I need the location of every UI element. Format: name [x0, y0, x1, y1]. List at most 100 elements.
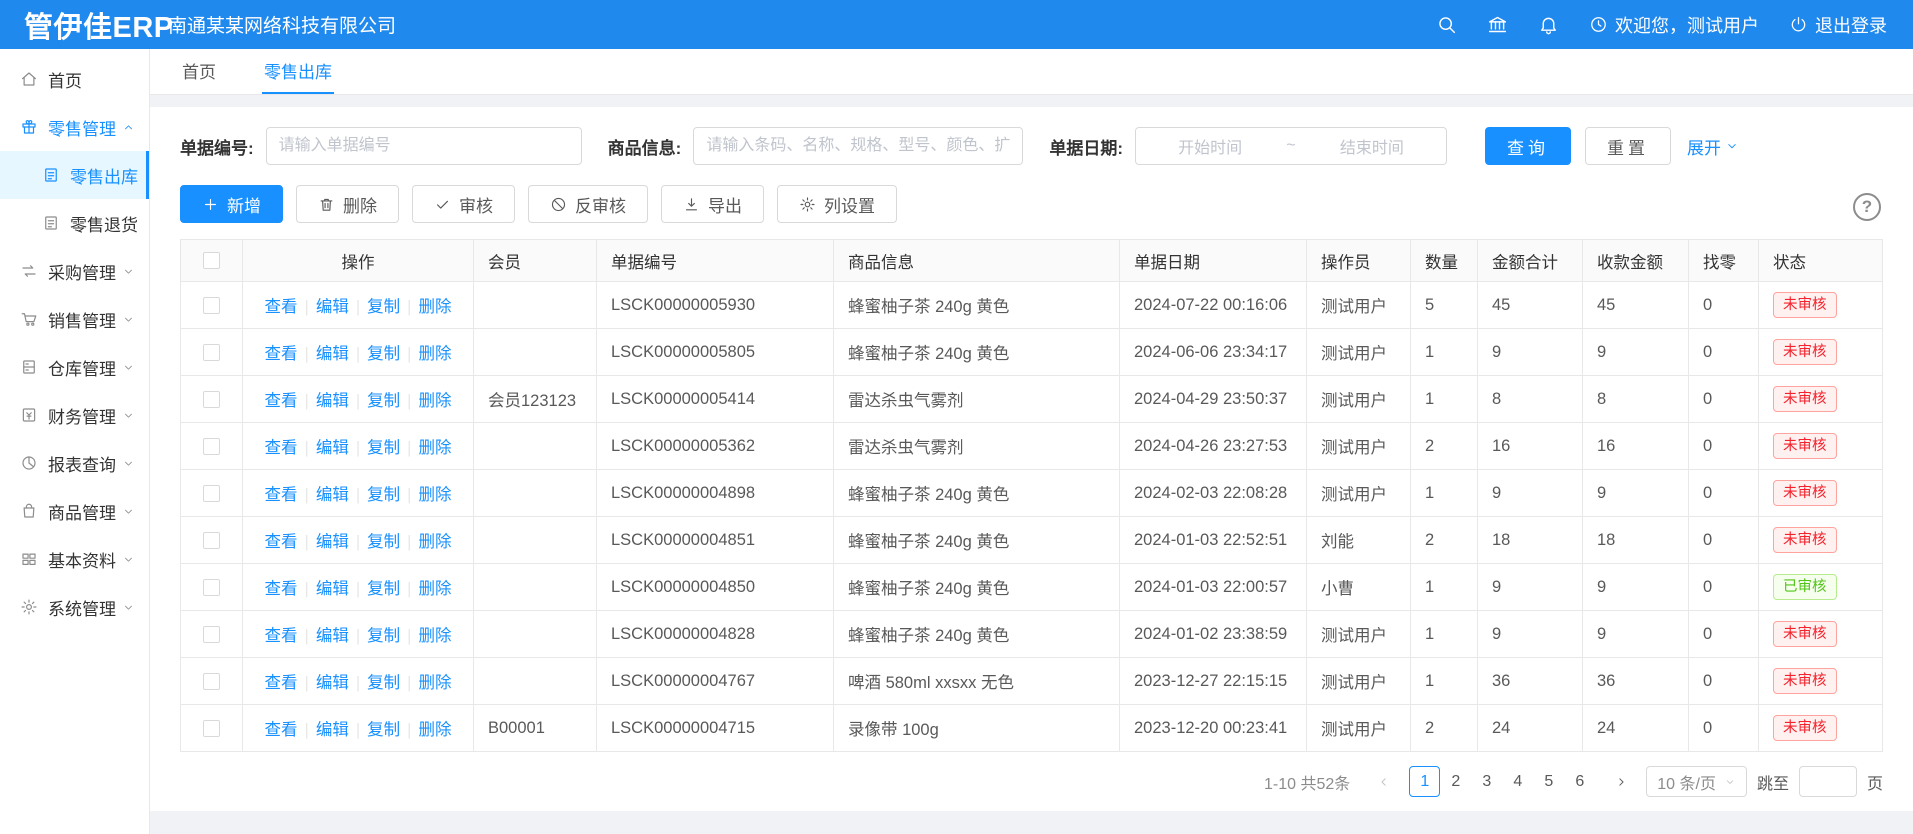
- sidebar-item-basic-data[interactable]: 基本资料: [0, 535, 149, 583]
- action-separator: |: [356, 392, 360, 410]
- delete-link[interactable]: 删除: [418, 298, 451, 316]
- delete-button[interactable]: 删除: [296, 185, 399, 223]
- row-checkbox[interactable]: [203, 626, 220, 643]
- copy-link[interactable]: 复制: [367, 486, 400, 504]
- column-settings-button[interactable]: 列设置: [777, 185, 897, 223]
- sidebar-item-sales-management[interactable]: 销售管理: [0, 295, 149, 343]
- row-actions-cell: 查看|编辑|复制|删除: [243, 282, 474, 329]
- logout-button[interactable]: 退出登录: [1789, 12, 1887, 38]
- delete-link[interactable]: 删除: [418, 674, 451, 692]
- page-button-4[interactable]: 4: [1502, 766, 1533, 797]
- search-icon[interactable]: [1436, 14, 1457, 35]
- next-page-button[interactable]: [1605, 766, 1636, 797]
- view-link[interactable]: 查看: [265, 486, 298, 504]
- prev-page-button[interactable]: [1368, 766, 1399, 797]
- help-button[interactable]: ?: [1853, 193, 1881, 221]
- delete-link[interactable]: 删除: [418, 721, 451, 739]
- unaudit-button[interactable]: 反审核: [528, 185, 648, 223]
- copy-link[interactable]: 复制: [367, 439, 400, 457]
- view-link[interactable]: 查看: [265, 298, 298, 316]
- delete-link[interactable]: 删除: [418, 533, 451, 551]
- copy-link[interactable]: 复制: [367, 298, 400, 316]
- copy-link[interactable]: 复制: [367, 392, 400, 410]
- edit-link[interactable]: 编辑: [316, 392, 349, 410]
- select-all-checkbox[interactable]: [203, 252, 220, 269]
- sidebar-item-home[interactable]: 首页: [0, 55, 149, 103]
- reset-button[interactable]: 重置: [1585, 127, 1671, 165]
- sidebar-item-retail-outbound[interactable]: 零售出库: [0, 151, 149, 199]
- view-link[interactable]: 查看: [265, 721, 298, 739]
- jump-page-input[interactable]: [1799, 766, 1857, 797]
- cart-icon: [20, 310, 38, 328]
- delete-link[interactable]: 删除: [418, 627, 451, 645]
- date-range-picker[interactable]: 开始时间 ~ 结束时间: [1135, 127, 1447, 165]
- row-checkbox[interactable]: [203, 579, 220, 596]
- export-button[interactable]: 导出: [661, 185, 764, 223]
- row-checkbox[interactable]: [203, 297, 220, 314]
- audit-button[interactable]: 审核: [412, 185, 515, 223]
- view-link[interactable]: 查看: [265, 533, 298, 551]
- tab-retail-outbound[interactable]: 零售出库: [262, 49, 334, 94]
- row-checkbox[interactable]: [203, 485, 220, 502]
- edit-link[interactable]: 编辑: [316, 627, 349, 645]
- row-checkbox[interactable]: [203, 532, 220, 549]
- view-link[interactable]: 查看: [265, 439, 298, 457]
- row-checkbox[interactable]: [203, 344, 220, 361]
- edit-link[interactable]: 编辑: [316, 439, 349, 457]
- copy-link[interactable]: 复制: [367, 721, 400, 739]
- goods-info-input[interactable]: [693, 127, 1023, 165]
- edit-link[interactable]: 编辑: [316, 298, 349, 316]
- bank-icon[interactable]: [1487, 14, 1508, 35]
- sidebar-item-report-query[interactable]: 报表查询: [0, 439, 149, 487]
- sidebar-item-label: 财务管理: [48, 403, 122, 428]
- page-button-6[interactable]: 6: [1564, 766, 1595, 797]
- sidebar-item-retail-management[interactable]: 零售管理: [0, 103, 149, 151]
- edit-link[interactable]: 编辑: [316, 486, 349, 504]
- sidebar-item-purchase-management[interactable]: 采购管理: [0, 247, 149, 295]
- bell-icon[interactable]: [1538, 14, 1559, 35]
- sidebar-item-goods-management[interactable]: 商品管理: [0, 487, 149, 535]
- view-link[interactable]: 查看: [265, 345, 298, 363]
- table-row: 查看|编辑|复制|删除LSCK00000005362雷达杀虫气雾剂2024-04…: [181, 423, 1883, 470]
- edit-link[interactable]: 编辑: [316, 580, 349, 598]
- edit-link[interactable]: 编辑: [316, 721, 349, 739]
- delete-link[interactable]: 删除: [418, 345, 451, 363]
- view-link[interactable]: 查看: [265, 392, 298, 410]
- view-link[interactable]: 查看: [265, 627, 298, 645]
- copy-link[interactable]: 复制: [367, 533, 400, 551]
- tab-home[interactable]: 首页: [180, 49, 218, 94]
- sidebar-item-system-management[interactable]: 系统管理: [0, 583, 149, 631]
- copy-link[interactable]: 复制: [367, 345, 400, 363]
- row-checkbox[interactable]: [203, 391, 220, 408]
- edit-link[interactable]: 编辑: [316, 345, 349, 363]
- search-button[interactable]: 查询: [1485, 127, 1571, 165]
- copy-link[interactable]: 复制: [367, 580, 400, 598]
- delete-link[interactable]: 删除: [418, 439, 451, 457]
- row-checkbox[interactable]: [203, 438, 220, 455]
- chevron-down-icon: [1725, 139, 1739, 153]
- copy-link[interactable]: 复制: [367, 674, 400, 692]
- qty-cell: 1: [1411, 376, 1478, 423]
- page-button-1[interactable]: 1: [1409, 766, 1440, 797]
- action-separator: |: [305, 392, 309, 410]
- edit-link[interactable]: 编辑: [316, 674, 349, 692]
- copy-link[interactable]: 复制: [367, 627, 400, 645]
- delete-link[interactable]: 删除: [418, 392, 451, 410]
- expand-link[interactable]: 展开: [1687, 134, 1739, 159]
- page-button-5[interactable]: 5: [1533, 766, 1564, 797]
- row-checkbox[interactable]: [203, 673, 220, 690]
- delete-link[interactable]: 删除: [418, 486, 451, 504]
- sidebar-item-finance-management[interactable]: 财务管理: [0, 391, 149, 439]
- page-button-3[interactable]: 3: [1471, 766, 1502, 797]
- page-button-2[interactable]: 2: [1440, 766, 1471, 797]
- view-link[interactable]: 查看: [265, 674, 298, 692]
- add-button[interactable]: 新增: [180, 185, 283, 223]
- edit-link[interactable]: 编辑: [316, 533, 349, 551]
- bill-no-input[interactable]: [266, 127, 582, 165]
- row-checkbox[interactable]: [203, 720, 220, 737]
- delete-link[interactable]: 删除: [418, 580, 451, 598]
- sidebar-item-warehouse-management[interactable]: 仓库管理: [0, 343, 149, 391]
- view-link[interactable]: 查看: [265, 580, 298, 598]
- sidebar-item-retail-return[interactable]: 零售退货: [0, 199, 149, 247]
- page-size-select[interactable]: 10 条/页: [1646, 766, 1747, 797]
